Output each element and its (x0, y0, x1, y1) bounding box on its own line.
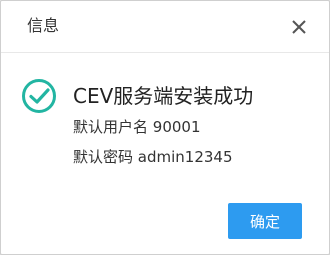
default-username-value: 90001 (152, 118, 201, 136)
default-password-label: 默认密码 (73, 148, 134, 166)
default-username-label: 默认用户名 (73, 118, 149, 136)
default-password-value: admin12345 (137, 148, 233, 166)
default-password-line: 默认密码 admin12345 (73, 147, 233, 167)
info-dialog: 信息 CEV服务端安装成功 默认用户名 90001 默认密码 admin1234… (0, 0, 330, 255)
dialog-title: 信息 (27, 16, 60, 35)
dialog-header: 信息 (1, 1, 329, 53)
close-icon[interactable] (291, 19, 307, 35)
success-message: CEV服务端安装成功 (73, 84, 254, 108)
ok-button[interactable]: 确定 (228, 203, 302, 239)
check-circle-icon (22, 79, 56, 113)
default-username-line: 默认用户名 90001 (73, 117, 201, 137)
